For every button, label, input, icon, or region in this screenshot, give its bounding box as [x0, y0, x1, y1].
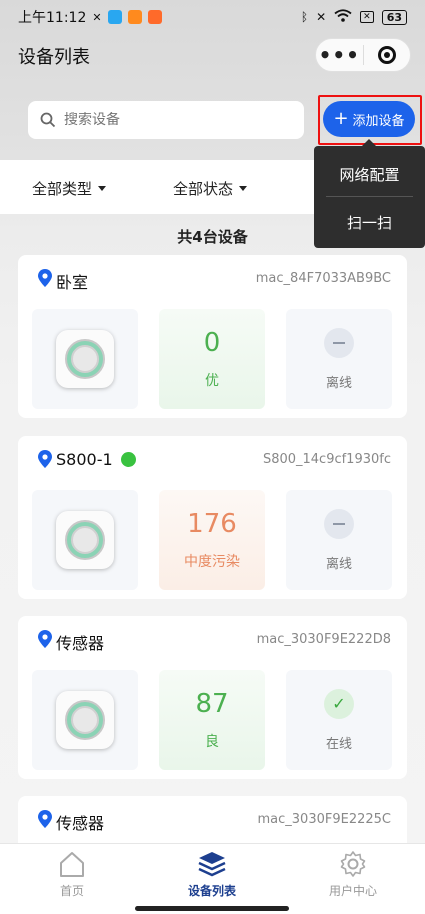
layers-icon — [198, 852, 226, 877]
gear-icon — [340, 851, 366, 877]
home-icon — [60, 852, 84, 877]
x-badge-icon: ✕ — [360, 11, 374, 23]
device-image-tile — [32, 309, 138, 409]
device-name-row: 卧室 — [56, 269, 88, 293]
location-pin-icon — [38, 450, 52, 468]
menu-item-network-config[interactable]: 网络配置 — [314, 164, 425, 185]
device-name: 卧室 — [56, 273, 89, 292]
location-pin-icon — [38, 269, 52, 287]
aqi-tile: 0 优 — [159, 309, 265, 409]
aqi-value: 0 — [203, 328, 221, 358]
menu-arrow — [362, 139, 376, 146]
device-mac: mac_84F7033AB9BC — [255, 271, 391, 286]
status-tile: 离线 — [286, 490, 392, 590]
status-filter[interactable]: 全部状态 — [173, 178, 248, 199]
air-sensor-image — [56, 330, 114, 388]
device-image-tile — [32, 490, 138, 590]
caret-down-icon — [239, 186, 248, 191]
device-card[interactable]: S800-1 S800_14c9cf1930fc 176 中度污染 离线 — [18, 436, 407, 599]
search-box[interactable] — [28, 101, 304, 139]
battery-indicator: 63 — [381, 9, 407, 25]
tab-bar: 首页 设备列表 用户中心 — [0, 843, 425, 914]
plus-icon: + — [333, 108, 349, 129]
device-count: 共4台设备 — [177, 228, 248, 246]
more-dots-icon: ••• — [318, 43, 360, 67]
home-indicator — [135, 906, 289, 911]
app-notification-icon — [147, 10, 162, 24]
tab-devices[interactable]: 设备列表 — [152, 850, 272, 899]
online-dot-icon — [120, 452, 136, 467]
type-filter-label: 全部类型 — [32, 180, 93, 198]
app-screen: 上午11:12 ✕ ᛒ ✕ ✕ 63 设备列表 ••• 搜索设备 + 添加设备 … — [0, 0, 425, 914]
tab-home-label: 首页 — [59, 884, 84, 898]
target-icon — [377, 46, 396, 64]
device-mac: S800_14c9cf1930fc — [262, 452, 391, 467]
device-name: S800-1 — [56, 450, 113, 469]
aqi-level: 良 — [205, 734, 219, 750]
device-image-tile — [32, 670, 138, 770]
status-bar: 上午11:12 ✕ ᛒ ✕ ✕ 63 — [0, 0, 425, 34]
status-text: 离线 — [325, 556, 352, 572]
mute-icon: ✕ — [92, 10, 102, 24]
close-button[interactable] — [364, 39, 411, 71]
aqi-tile: 87 良 — [159, 670, 265, 770]
location-pin-icon — [38, 810, 52, 828]
air-sensor-image — [56, 691, 114, 749]
mute-icon: ✕ — [316, 10, 327, 24]
device-name-row: S800-1 — [56, 450, 136, 469]
device-card[interactable]: 传感器 mac_3030F9E222D8 87 良 ✓ 在线 — [18, 616, 407, 779]
offline-icon — [324, 327, 354, 358]
device-name-row: 传感器 — [56, 810, 104, 834]
tab-devices-label: 设备列表 — [187, 884, 236, 898]
aqi-value: 176 — [187, 509, 237, 539]
add-device-label: 添加设备 — [352, 113, 405, 129]
status-tile: 离线 — [286, 309, 392, 409]
device-name: 传感器 — [56, 634, 105, 653]
aqi-value: 87 — [195, 689, 229, 719]
mini-program-capsule: ••• — [315, 38, 411, 72]
type-filter[interactable]: 全部类型 — [32, 178, 107, 199]
offline-icon — [324, 508, 354, 539]
device-mac: mac_3030F9E2225C — [257, 812, 392, 827]
tab-user-center[interactable]: 用户中心 — [293, 850, 413, 899]
check-icon: ✓ — [324, 688, 354, 719]
wifi-icon — [334, 8, 352, 26]
device-name-row: 传感器 — [56, 630, 104, 654]
search-icon — [40, 112, 56, 128]
bluetooth-icon: ᛒ — [300, 10, 309, 24]
more-button[interactable]: ••• — [316, 39, 363, 71]
status-time: 上午11:12 — [18, 10, 87, 26]
status-tile: ✓ 在线 — [286, 670, 392, 770]
app-notification-icon — [127, 10, 142, 24]
menu-divider — [326, 196, 413, 197]
status-text: 在线 — [325, 736, 352, 752]
device-mac: mac_3030F9E222D8 — [256, 632, 391, 647]
tab-home[interactable]: 首页 — [12, 850, 132, 899]
status-filter-label: 全部状态 — [173, 180, 234, 198]
status-text: 离线 — [325, 375, 352, 391]
title-bar: 设备列表 ••• — [0, 34, 425, 78]
caret-down-icon — [98, 186, 107, 191]
location-pin-icon — [38, 630, 52, 648]
add-device-button[interactable]: + 添加设备 — [323, 101, 415, 137]
search-input[interactable] — [64, 112, 284, 128]
aqi-level: 中度污染 — [184, 554, 240, 570]
aqi-level: 优 — [205, 373, 219, 389]
device-name: 传感器 — [56, 814, 105, 833]
page-title: 设备列表 — [18, 47, 90, 68]
tab-user-label: 用户中心 — [328, 884, 377, 898]
aqi-tile: 176 中度污染 — [159, 490, 265, 590]
app-notification-icon — [107, 10, 122, 24]
air-sensor-image — [56, 511, 114, 569]
device-card[interactable]: 卧室 mac_84F7033AB9BC 0 优 离线 — [18, 255, 407, 418]
